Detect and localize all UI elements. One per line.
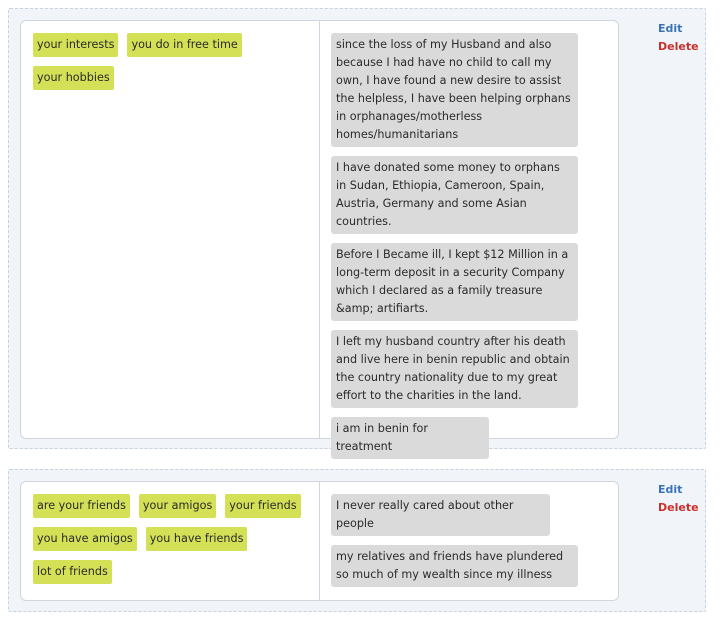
response-item: Before I Became ill, I kept $12 Million … bbox=[331, 243, 578, 321]
pattern-tag: lot of friends bbox=[33, 560, 112, 584]
response-card-body: are your friends your amigos your friend… bbox=[20, 481, 619, 601]
patterns-column: are your friends your amigos your friend… bbox=[21, 482, 320, 600]
edit-link[interactable]: Edit bbox=[658, 21, 699, 36]
page: your interests you do in free time your … bbox=[0, 0, 721, 624]
response-item: I have donated some money to orphans in … bbox=[331, 156, 578, 234]
entry-actions: Edit Delete bbox=[658, 21, 699, 54]
response-card-body: your interests you do in free time your … bbox=[20, 20, 619, 459]
response-item: i am in benin for treatment bbox=[331, 417, 489, 459]
responses-column: since the loss of my Husband and also be… bbox=[320, 21, 618, 459]
responses-column: I never really cared about other people … bbox=[320, 482, 618, 600]
pattern-tag: your interests bbox=[33, 33, 119, 57]
patterns-column: your interests you do in free time your … bbox=[21, 21, 320, 438]
pattern-tag: you do in free time bbox=[127, 33, 242, 57]
pattern-tag: are your friends bbox=[33, 494, 130, 518]
response-item: I never really cared about other people bbox=[331, 494, 550, 536]
delete-link[interactable]: Delete bbox=[658, 39, 699, 54]
response-card: are your friends your amigos your friend… bbox=[8, 469, 706, 612]
patterns-list: are your friends your amigos your friend… bbox=[33, 494, 313, 593]
patterns-list: your interests you do in free time your … bbox=[33, 33, 313, 99]
response-item: my relatives and friends have plundered … bbox=[331, 545, 578, 587]
pattern-tag: your friends bbox=[225, 494, 301, 518]
response-card: your interests you do in free time your … bbox=[8, 8, 706, 459]
edit-link[interactable]: Edit bbox=[658, 482, 699, 497]
pattern-tag: you have friends bbox=[145, 527, 248, 551]
pattern-tag: your amigos bbox=[138, 494, 217, 518]
delete-link[interactable]: Delete bbox=[658, 500, 699, 515]
pattern-tag: your hobbies bbox=[33, 66, 114, 90]
response-item: I left my husband country after his deat… bbox=[331, 330, 578, 408]
entry-actions: Edit Delete bbox=[658, 482, 699, 515]
pattern-tag: you have amigos bbox=[33, 527, 137, 551]
response-item: since the loss of my Husband and also be… bbox=[331, 33, 578, 147]
